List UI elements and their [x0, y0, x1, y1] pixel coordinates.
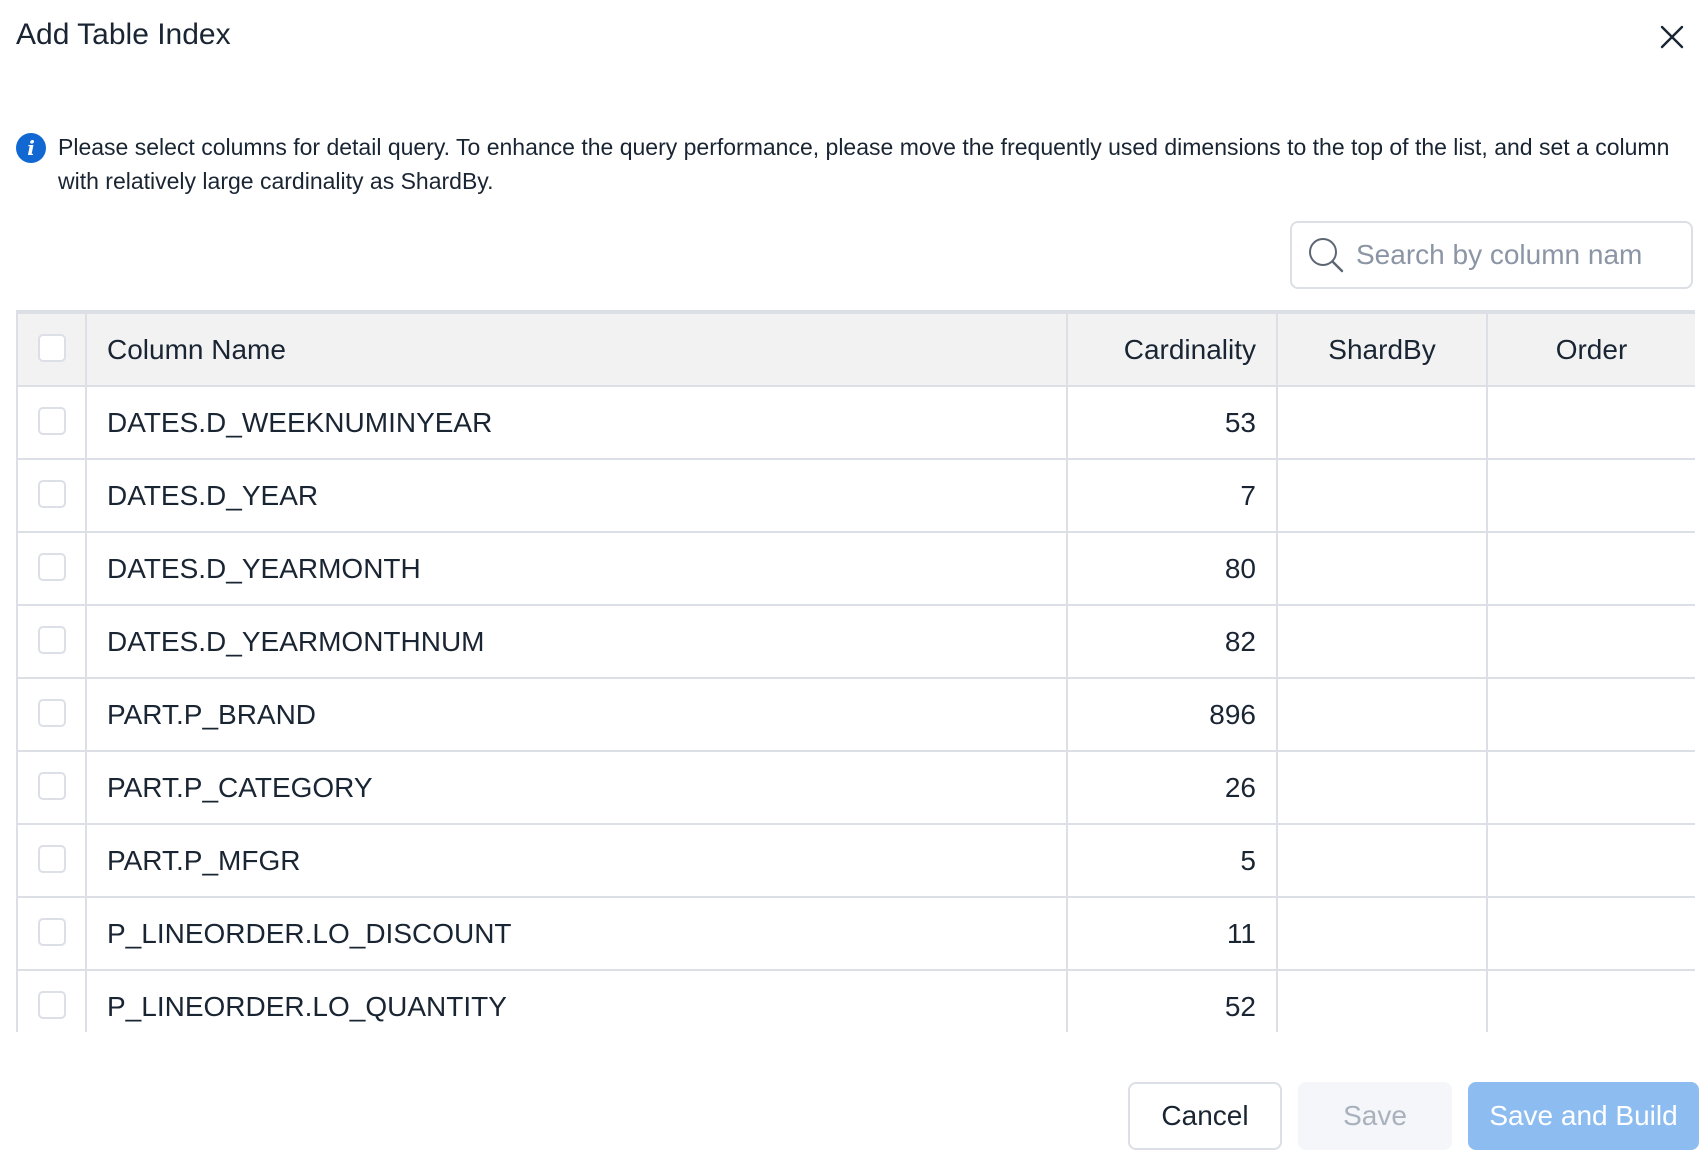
dialog-title: Add Table Index	[16, 18, 231, 51]
row-check-cell	[16, 823, 87, 898]
column-name-cell: DATES.D_WEEKNUMINYEAR	[85, 385, 1068, 460]
save-and-build-button[interactable]: Save and Build	[1468, 1082, 1699, 1150]
header-cardinality[interactable]: Cardinality	[1066, 312, 1278, 387]
row-check-cell	[16, 385, 87, 460]
shardby-cell[interactable]	[1276, 531, 1488, 606]
table-row: PART.P_CATEGORY 26	[16, 750, 1695, 825]
table-header-row: Column Name Cardinality ShardBy Order	[16, 312, 1695, 387]
row-check-cell	[16, 604, 87, 679]
dialog-footer: Cancel Save Save and Build	[0, 1082, 1708, 1152]
cancel-button[interactable]: Cancel	[1128, 1082, 1282, 1150]
order-cell[interactable]	[1486, 531, 1695, 606]
search-icon	[1309, 238, 1344, 273]
search-input[interactable]	[1356, 239, 1676, 271]
cardinality-cell: 11	[1066, 896, 1278, 971]
row-checkbox[interactable]	[37, 699, 66, 728]
info-alert: i Please select columns for detail query…	[16, 130, 1686, 198]
table-row: DATES.D_YEARMONTHNUM 82	[16, 604, 1695, 679]
select-all-cell	[16, 312, 87, 387]
column-name-cell: PART.P_BRAND	[85, 677, 1068, 752]
order-cell[interactable]	[1486, 896, 1695, 971]
order-cell[interactable]	[1486, 385, 1695, 460]
shardby-cell[interactable]	[1276, 458, 1488, 533]
cardinality-cell: 7	[1066, 458, 1278, 533]
shardby-cell[interactable]	[1276, 385, 1488, 460]
shardby-cell[interactable]	[1276, 823, 1488, 898]
cardinality-cell: 82	[1066, 604, 1278, 679]
save-button[interactable]: Save	[1298, 1082, 1452, 1150]
header-column-name[interactable]: Column Name	[85, 312, 1068, 387]
order-cell[interactable]	[1486, 458, 1695, 533]
table-row: P_LINEORDER.LO_DISCOUNT 11	[16, 896, 1695, 971]
row-check-cell	[16, 458, 87, 533]
column-name-cell: DATES.D_YEARMONTH	[85, 531, 1068, 606]
row-checkbox[interactable]	[37, 918, 66, 947]
order-cell[interactable]	[1486, 969, 1695, 1032]
shardby-cell[interactable]	[1276, 750, 1488, 825]
header-shardby: ShardBy	[1276, 312, 1488, 387]
order-cell[interactable]	[1486, 750, 1695, 825]
column-name-cell: DATES.D_YEARMONTHNUM	[85, 604, 1068, 679]
shardby-cell[interactable]	[1276, 896, 1488, 971]
column-name-cell: PART.P_MFGR	[85, 823, 1068, 898]
cardinality-cell: 52	[1066, 969, 1278, 1032]
columns-table: Column Name Cardinality ShardBy Order DA…	[16, 310, 1695, 1032]
header-order: Order	[1486, 312, 1695, 387]
order-cell[interactable]	[1486, 823, 1695, 898]
info-text: Please select columns for detail query. …	[58, 134, 1670, 194]
row-checkbox[interactable]	[37, 553, 66, 582]
row-check-cell	[16, 969, 87, 1032]
order-cell[interactable]	[1486, 677, 1695, 752]
cardinality-cell: 80	[1066, 531, 1278, 606]
cardinality-cell: 53	[1066, 385, 1278, 460]
row-check-cell	[16, 531, 87, 606]
table-row: DATES.D_YEARMONTH 80	[16, 531, 1695, 606]
row-checkbox[interactable]	[37, 626, 66, 655]
cardinality-cell: 5	[1066, 823, 1278, 898]
row-check-cell	[16, 677, 87, 752]
shardby-cell[interactable]	[1276, 677, 1488, 752]
row-checkbox[interactable]	[37, 480, 66, 509]
row-checkbox[interactable]	[37, 772, 66, 801]
search-box[interactable]	[1290, 221, 1693, 289]
shardby-cell[interactable]	[1276, 969, 1488, 1032]
table-row: PART.P_MFGR 5	[16, 823, 1695, 898]
cardinality-cell: 896	[1066, 677, 1278, 752]
row-checkbox[interactable]	[37, 407, 66, 436]
shardby-cell[interactable]	[1276, 604, 1488, 679]
row-check-cell	[16, 896, 87, 971]
cardinality-cell: 26	[1066, 750, 1278, 825]
info-icon: i	[16, 133, 46, 163]
row-check-cell	[16, 750, 87, 825]
column-name-cell: DATES.D_YEAR	[85, 458, 1068, 533]
row-checkbox[interactable]	[37, 845, 66, 874]
column-name-cell: P_LINEORDER.LO_DISCOUNT	[85, 896, 1068, 971]
row-checkbox[interactable]	[37, 991, 66, 1020]
table-row: PART.P_BRAND 896	[16, 677, 1695, 752]
table-row: P_LINEORDER.LO_QUANTITY 52	[16, 969, 1695, 1032]
table-row: DATES.D_WEEKNUMINYEAR 53	[16, 385, 1695, 460]
order-cell[interactable]	[1486, 604, 1695, 679]
add-table-index-dialog: Add Table Index i Please select columns …	[0, 0, 1708, 1154]
table-row: DATES.D_YEAR 7	[16, 458, 1695, 533]
close-icon[interactable]	[1655, 20, 1689, 54]
select-all-checkbox[interactable]	[37, 334, 66, 363]
column-name-cell: P_LINEORDER.LO_QUANTITY	[85, 969, 1068, 1032]
column-name-cell: PART.P_CATEGORY	[85, 750, 1068, 825]
